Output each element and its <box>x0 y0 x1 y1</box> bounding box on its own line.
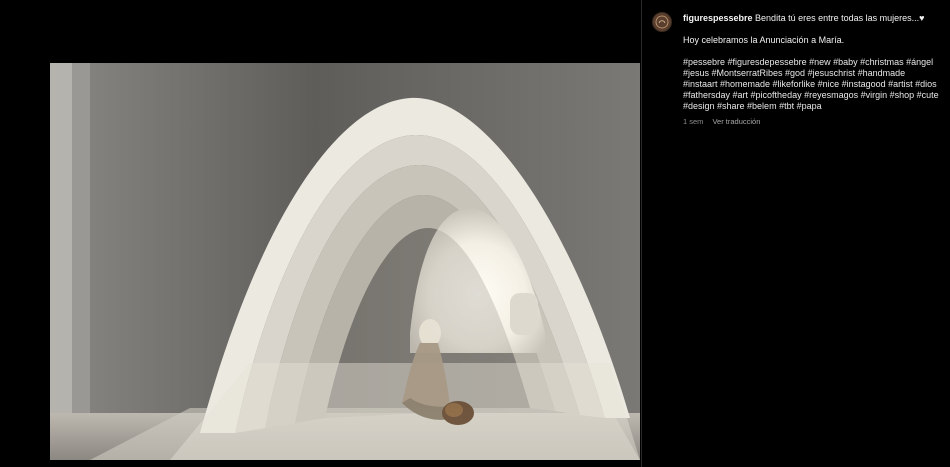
see-translation-link[interactable]: Ver traducción <box>712 117 760 126</box>
post-username[interactable]: figurespessebre <box>683 13 753 23</box>
media-pane <box>0 0 641 467</box>
nativity-arch-image <box>50 63 640 460</box>
post-meta: 1 sem Ver traducción <box>683 117 760 126</box>
caption-title: Bendita tú eres entre todas las mujeres.… <box>755 13 920 23</box>
heart-icon: ♥ <box>919 13 925 23</box>
post-caption: figurespessebre Bendita tú eres entre to… <box>683 13 941 112</box>
post-time-ago[interactable]: 1 sem <box>683 117 703 126</box>
profile-logo-icon[interactable] <box>652 12 672 32</box>
caption-first-line: figurespessebre Bendita tú eres entre to… <box>683 13 941 24</box>
caption-body: Hoy celebramos la Anunciación a María. <box>683 35 845 45</box>
post-photo[interactable] <box>50 63 640 460</box>
caption-hashtags: #pessebre #figuresdepessebre #new #baby … <box>683 57 939 111</box>
post-sidebar: figurespessebre Bendita tú eres entre to… <box>642 0 950 467</box>
